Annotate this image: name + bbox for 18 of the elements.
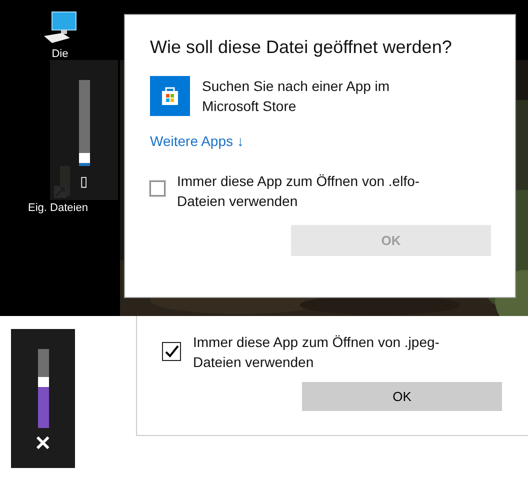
dialog-title: Wie soll diese Datei geöffnet werden?	[150, 37, 453, 58]
checkbox[interactable]	[162, 342, 181, 361]
checkbox-label: Immer diese App zum Öffnen von .jpeg-Dateien verwenden	[193, 333, 440, 372]
volume-slider[interactable]	[78, 80, 90, 166]
slider-thumb[interactable]	[38, 376, 48, 387]
icon-label: Eig. Dateien	[28, 202, 88, 214]
volume-slider[interactable]	[38, 349, 48, 428]
store-icon	[150, 76, 190, 116]
slider-thumb[interactable]	[78, 153, 90, 164]
icon-label: Die	[52, 48, 68, 60]
checkbox-label: Immer diese App zum Öffnen von .elfo-Dateien verwenden	[177, 172, 421, 211]
checkbox[interactable]	[150, 181, 165, 196]
speaker-glyph: ▯	[80, 174, 88, 188]
store-option[interactable]: Suchen Sie nach einer App im Microsoft Store	[202, 76, 432, 116]
more-apps-link[interactable]: Weitere Apps ↓	[150, 133, 244, 149]
ok-button[interactable]: OK	[302, 382, 502, 411]
close-icon[interactable]: ✕	[34, 434, 52, 454]
computer-icon	[42, 10, 78, 46]
